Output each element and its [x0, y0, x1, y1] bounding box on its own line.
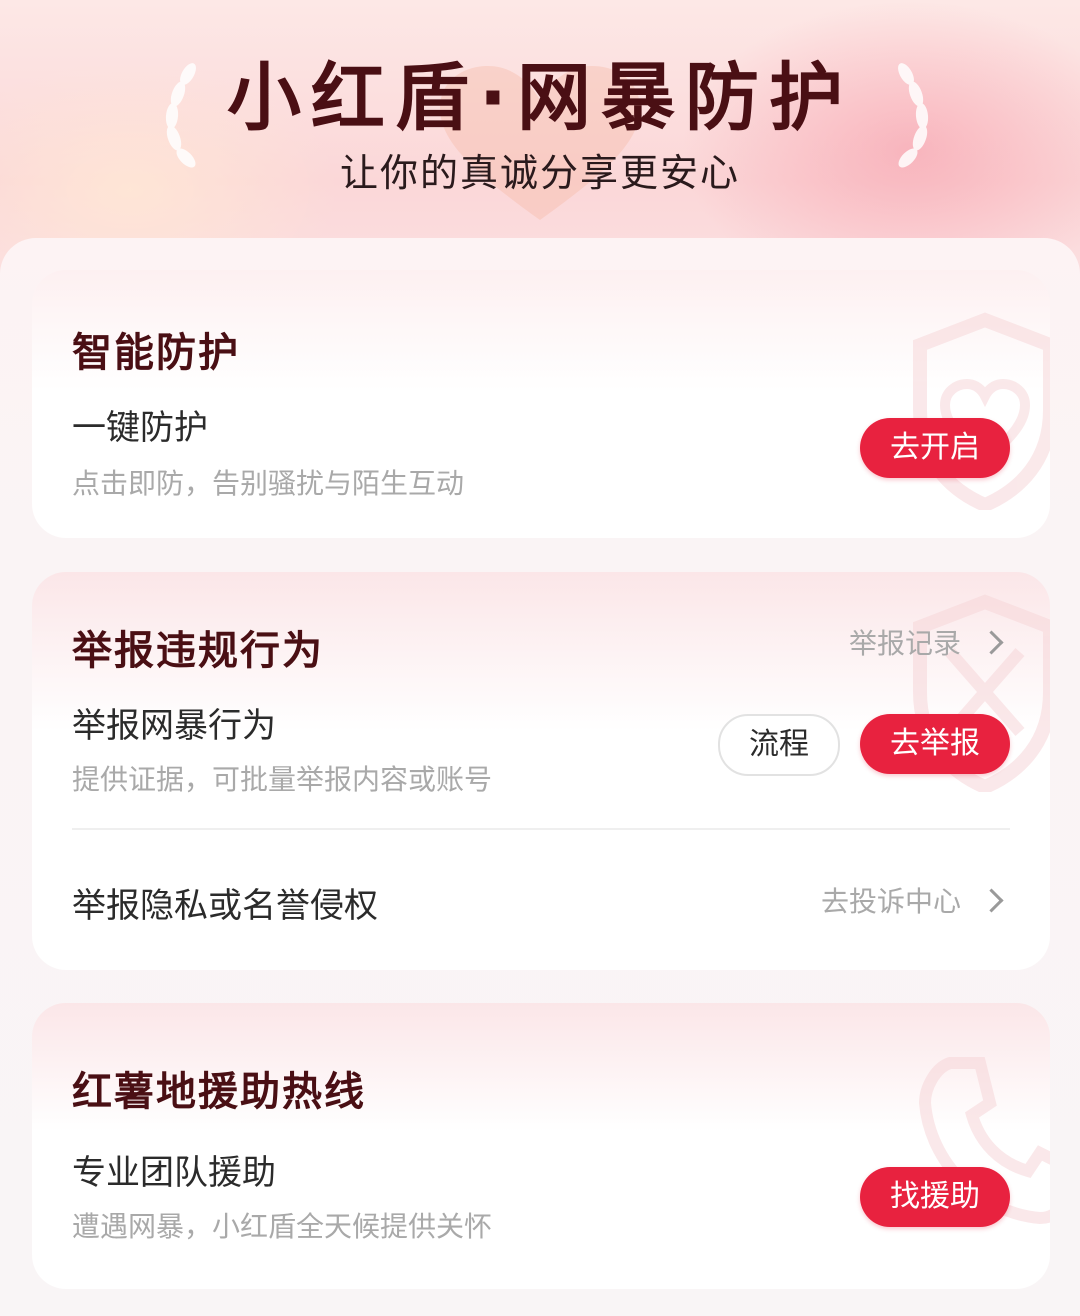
section-title: 智能防护 [72, 330, 240, 376]
report-violation-card: 举报违规行为 举报记录 举报网暴行为 提供证据，可批量举报内容或账号 流程 去举… [32, 572, 1050, 970]
find-help-button[interactable]: 找援助 [860, 1167, 1010, 1227]
item-title: 专业团队援助 [72, 1153, 276, 1193]
item-description: 提供证据，可批量举报内容或账号 [72, 763, 493, 796]
enable-protection-button[interactable]: 去开启 [860, 418, 1010, 478]
smart-protection-card: 智能防护 一键防护 点击即防，告别骚扰与陌生互动 去开启 [32, 270, 1050, 538]
item-description: 点击即防，告别骚扰与陌生互动 [72, 467, 465, 500]
shield-watermark-icon [913, 312, 1050, 510]
page-title: 小红盾·网暴防护 [226, 55, 854, 141]
page-subtitle: 让你的真诚分享更安心 [339, 151, 740, 195]
item-description: 遭遇网暴，小红盾全天候提供关怀 [72, 1210, 493, 1243]
section-title: 举报违规行为 [72, 628, 324, 674]
chevron-right-icon [979, 629, 1004, 655]
complaint-center-label: 去投诉中心 [820, 885, 961, 918]
report-button[interactable]: 去举报 [860, 714, 1010, 774]
divider [72, 828, 1010, 830]
report-history-label: 举报记录 [848, 627, 961, 660]
item-title: 一键防护 [72, 408, 208, 448]
process-button[interactable]: 流程 [718, 714, 840, 776]
chevron-right-icon [979, 887, 1004, 913]
privacy-report-row-title[interactable]: 举报隐私或名誉侵权 [72, 878, 378, 927]
page: 小红盾·网暴防护 让你的真诚分享更安心 智能防护 一键防护 点击即防，告别骚扰与… [0, 0, 1080, 1316]
item-title: 举报网暴行为 [72, 706, 276, 746]
hotline-card: 红薯地援助热线 专业团队援助 遭遇网暴，小红盾全天候提供关怀 找援助 [32, 1003, 1050, 1289]
complaint-center-link[interactable]: 去投诉中心 [820, 880, 1004, 920]
report-history-link[interactable]: 举报记录 [848, 622, 1004, 662]
section-title: 红薯地援助热线 [72, 1069, 366, 1115]
